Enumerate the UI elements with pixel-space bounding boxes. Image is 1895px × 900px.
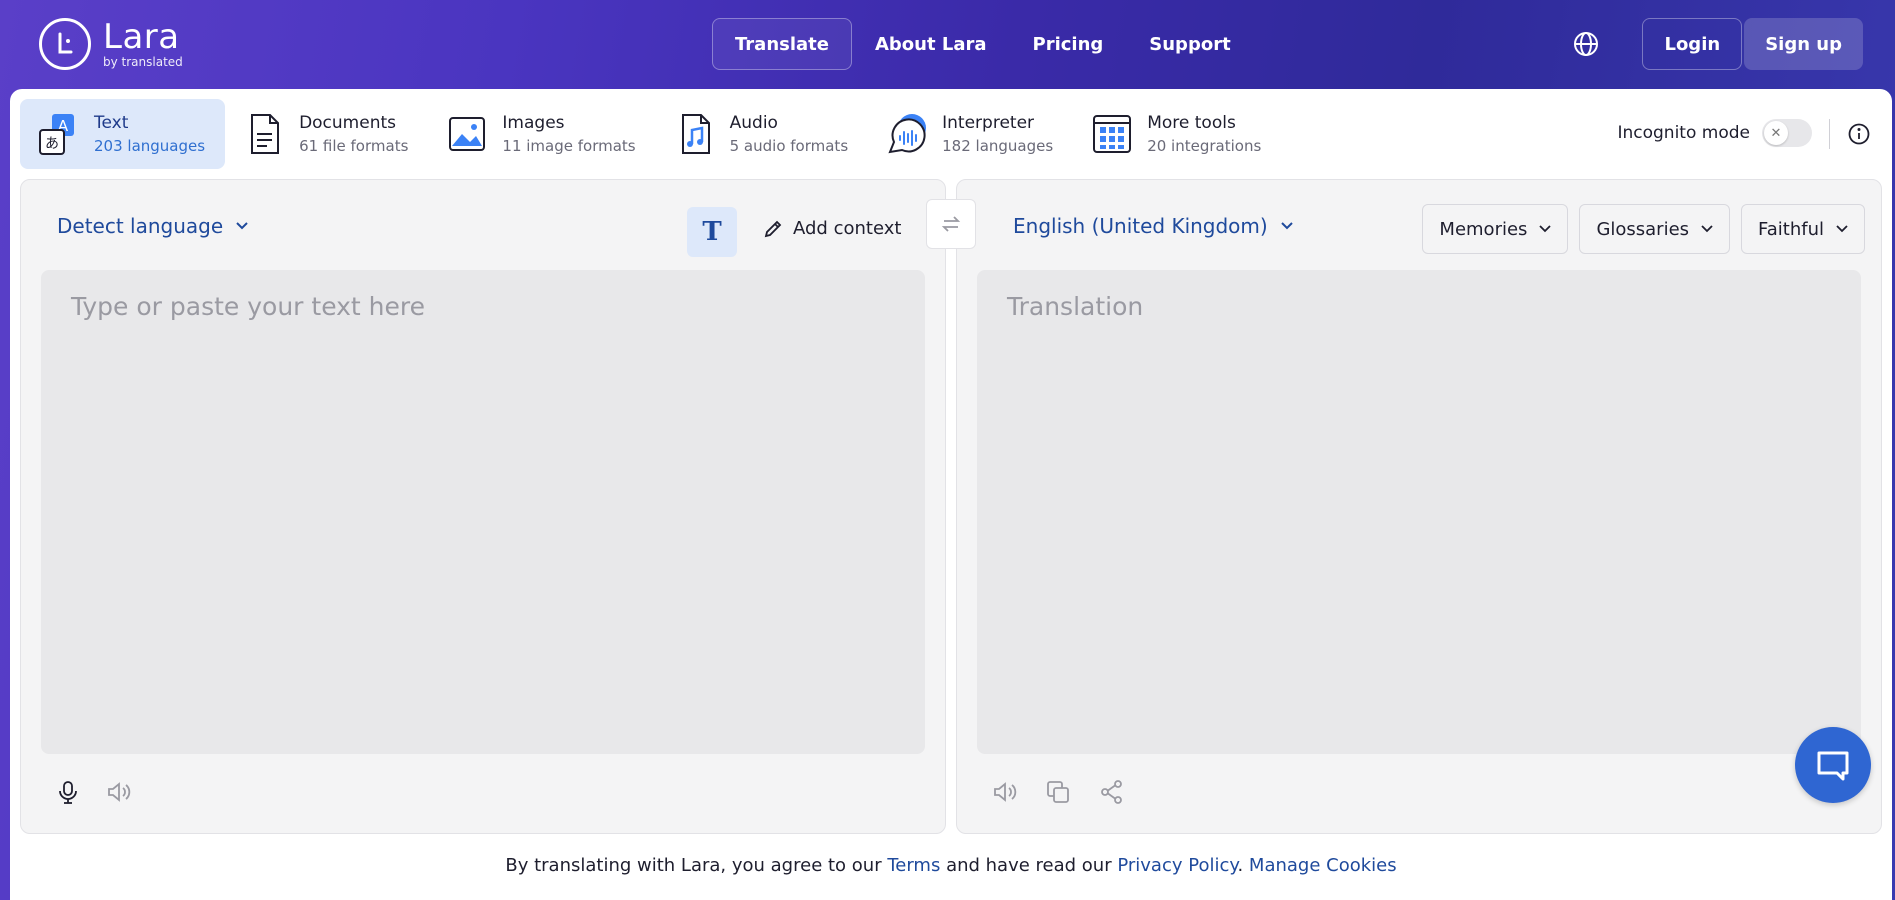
- nav-pricing[interactable]: Pricing: [1010, 18, 1127, 70]
- tab-interpreter-sub: 182 languages: [942, 137, 1054, 155]
- tab-text[interactable]: A あ Text 203 languages: [20, 99, 226, 169]
- info-icon[interactable]: [1848, 123, 1870, 145]
- text-format-button[interactable]: T: [687, 207, 737, 257]
- image-icon: [446, 112, 490, 156]
- source-language-select[interactable]: Detect language: [57, 214, 249, 238]
- tab-audio-sub: 5 audio formats: [729, 137, 849, 155]
- swap-icon: [941, 216, 961, 232]
- tab-documents-title: Documents: [299, 113, 396, 133]
- target-language-label: English (United Kingdom): [1013, 214, 1268, 238]
- text-translate-icon: A あ: [38, 112, 82, 156]
- chevron-down-icon: [1539, 225, 1552, 233]
- legal-dot: .: [1237, 855, 1244, 876]
- tab-interpreter-title: Interpreter: [942, 113, 1035, 133]
- tab-text-sub: 203 languages: [94, 137, 206, 155]
- translation-options: Memories Glossaries Faithful: [1422, 204, 1865, 254]
- translator-card: A あ Text 203 languages Documents 61 file…: [10, 89, 1892, 900]
- close-icon: ✕: [1764, 121, 1788, 145]
- divider: [1829, 119, 1830, 149]
- interpreter-icon: [886, 112, 930, 156]
- tab-documents-sub: 61 file formats: [299, 137, 409, 155]
- top-nav: Lara by translated Translate About Lara …: [0, 0, 1895, 89]
- globe-icon[interactable]: [1560, 18, 1612, 70]
- chevron-down-icon: [1281, 222, 1293, 230]
- tab-interpreter[interactable]: Interpreter 182 languages: [868, 99, 1073, 169]
- tab-more-tools-sub: 20 integrations: [1147, 137, 1262, 155]
- nav-about-lara[interactable]: About Lara: [852, 18, 1010, 70]
- memories-dropdown[interactable]: Memories: [1422, 204, 1569, 254]
- lara-logo[interactable]: Lara by translated: [39, 18, 183, 70]
- privacy-policy-link[interactable]: Privacy Policy: [1117, 855, 1237, 876]
- style-label: Faithful: [1758, 218, 1824, 240]
- style-dropdown[interactable]: Faithful: [1741, 204, 1865, 254]
- brand-name: Lara: [103, 17, 180, 57]
- chevron-down-icon: [1836, 225, 1848, 233]
- chat-bubble-icon: [1817, 751, 1849, 781]
- login-button[interactable]: Login: [1642, 18, 1743, 70]
- chat-button[interactable]: [1795, 727, 1871, 803]
- share-icon[interactable]: [1099, 779, 1125, 805]
- svg-text:あ: あ: [45, 136, 59, 152]
- legal-middle: and have read our: [940, 855, 1118, 876]
- lara-logo-icon: [39, 18, 91, 70]
- tab-audio[interactable]: Audio 5 audio formats: [656, 99, 869, 169]
- glossaries-dropdown[interactable]: Glossaries: [1579, 204, 1731, 254]
- tool-tabs: A あ Text 203 languages Documents 61 file…: [20, 99, 1281, 169]
- add-context-button[interactable]: Add context: [763, 218, 901, 239]
- chevron-down-icon: [236, 222, 248, 230]
- source-language-label: Detect language: [57, 214, 224, 238]
- tab-documents[interactable]: Documents 61 file formats: [225, 99, 428, 169]
- add-context-label: Add context: [793, 218, 902, 239]
- main-nav: Translate About Lara Pricing Support: [712, 18, 1254, 70]
- target-panel: English (United Kingdom) Memories Glossa…: [956, 179, 1882, 834]
- speaker-icon[interactable]: [105, 779, 131, 805]
- source-text-input[interactable]: Type or paste your text here: [41, 270, 925, 754]
- grid-apps-icon: [1091, 112, 1135, 156]
- speaker-icon[interactable]: [991, 779, 1017, 805]
- source-panel: Detect language T Add context Type or pa…: [20, 179, 946, 834]
- signup-button[interactable]: Sign up: [1744, 18, 1863, 70]
- tab-text-title: Text: [94, 113, 129, 133]
- incognito-mode: Incognito mode ✕: [1617, 119, 1812, 147]
- tab-more-tools[interactable]: More tools 20 integrations: [1073, 99, 1281, 169]
- glossaries-label: Glossaries: [1596, 218, 1690, 240]
- chevron-down-icon: [1701, 225, 1713, 233]
- nav-support[interactable]: Support: [1126, 18, 1253, 70]
- microphone-icon[interactable]: [55, 779, 81, 805]
- terms-link[interactable]: Terms: [887, 855, 940, 876]
- incognito-label: Incognito mode: [1617, 123, 1750, 143]
- target-language-select[interactable]: English (United Kingdom): [1013, 214, 1294, 238]
- tab-images-sub: 11 image formats: [502, 137, 636, 155]
- nav-translate[interactable]: Translate: [712, 18, 852, 70]
- incognito-toggle[interactable]: ✕: [1762, 119, 1812, 147]
- document-icon: [243, 112, 287, 156]
- copy-icon[interactable]: [1045, 779, 1071, 805]
- legal-prefix: By translating with Lara, you agree to o…: [505, 855, 888, 876]
- translation-output: Translation: [977, 270, 1861, 754]
- swap-languages-button[interactable]: [926, 199, 976, 249]
- tab-images[interactable]: Images 11 image formats: [428, 99, 655, 169]
- tab-audio-title: Audio: [729, 113, 778, 133]
- manage-cookies-link[interactable]: Manage Cookies: [1249, 855, 1397, 876]
- legal-notice: By translating with Lara, you agree to o…: [10, 855, 1892, 876]
- brand-sub: by translated: [103, 55, 183, 69]
- memories-label: Memories: [1439, 218, 1528, 240]
- tab-images-title: Images: [502, 113, 565, 133]
- audio-icon: [674, 112, 718, 156]
- tab-more-tools-title: More tools: [1147, 113, 1236, 133]
- pencil-icon: [764, 220, 782, 237]
